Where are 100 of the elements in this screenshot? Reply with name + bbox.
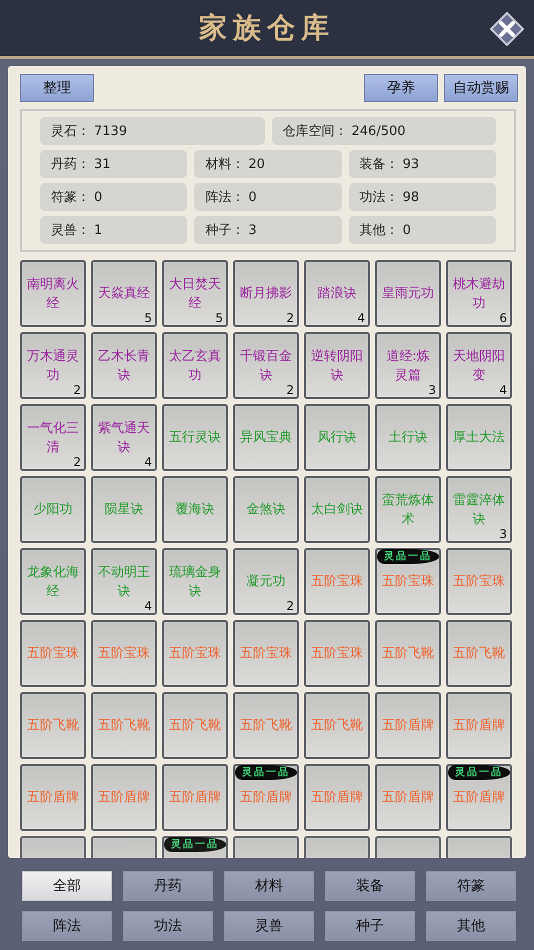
item-name: 大日焚天经 xyxy=(168,276,222,312)
item-count: 5 xyxy=(215,311,223,325)
item-name: 雷霆淬体诀 xyxy=(452,492,506,528)
filter-tab[interactable]: 阵法 xyxy=(22,911,112,941)
item-slot[interactable]: 少阳功 xyxy=(20,476,86,543)
item-slot[interactable]: 灵品一品 五阶盾牌 xyxy=(233,764,299,831)
item-slot[interactable]: 大日焚天经 5 xyxy=(162,260,228,327)
item-slot[interactable]: 皇雨元功 xyxy=(375,260,441,327)
item-slot[interactable]: 桃木避劫功 6 xyxy=(446,260,512,327)
item-count: 2 xyxy=(286,311,294,325)
item-name: 五阶盾牌 xyxy=(97,789,151,807)
item-name: 万木通灵功 xyxy=(26,348,80,384)
item-count: 6 xyxy=(499,311,507,325)
item-name: 千锻百金诀 xyxy=(239,348,293,384)
filter-tab[interactable]: 全部 xyxy=(22,871,112,901)
item-slot[interactable]: 土行诀 xyxy=(375,404,441,471)
item-slot[interactable]: 琉璃金身诀 xyxy=(162,548,228,615)
item-slot[interactable]: 龙象化海经 xyxy=(20,548,86,615)
item-slot[interactable]: 一气化三清 2 xyxy=(20,404,86,471)
item-slot[interactable]: 灵品一品 五阶宝珠 xyxy=(375,548,441,615)
item-slot[interactable]: 雷霆淬体诀 3 xyxy=(446,476,512,543)
item-slot[interactable]: 逆转阴阳诀 xyxy=(304,332,370,399)
item-name: 土行诀 xyxy=(388,429,428,447)
item-count: 2 xyxy=(286,383,294,397)
item-name: 一气化三清 xyxy=(26,420,80,456)
stat-value: 20 xyxy=(248,156,265,172)
item-slot[interactable]: 厚土大法 xyxy=(446,404,512,471)
filter-tab[interactable]: 丹药 xyxy=(123,871,213,901)
filter-tab[interactable]: 装备 xyxy=(325,871,415,901)
item-slot[interactable]: 凝元功 2 xyxy=(233,548,299,615)
filter-tab[interactable]: 功法 xyxy=(123,911,213,941)
item-name: 踏浪诀 xyxy=(316,285,358,303)
grade-badge: 灵品一品 xyxy=(377,549,439,564)
grade-badge: 灵品一品 xyxy=(164,837,226,852)
item-name: 龙象化海经 xyxy=(26,564,80,600)
item-count: 4 xyxy=(499,383,507,397)
item-name: 五行灵诀 xyxy=(168,429,222,447)
item-name: 五阶宝珠 xyxy=(310,573,364,591)
item-name: 道经:炼灵篇 xyxy=(385,348,431,384)
item-name: 五阶飞靴 xyxy=(310,717,364,735)
stat-value: 1 xyxy=(94,222,102,238)
item-slot[interactable]: 乙木长青诀 xyxy=(91,332,157,399)
stat-label: 仓库空间： xyxy=(282,123,348,140)
item-slot[interactable]: 踏浪诀 4 xyxy=(304,260,370,327)
item-name: 南明离火经 xyxy=(26,276,80,312)
stat-label: 阵法： xyxy=(205,189,244,206)
item-slot[interactable]: 天地阴阳变 4 xyxy=(446,332,512,399)
item-name: 五阶宝珠 xyxy=(97,645,151,663)
item-slot[interactable]: 灵品一品 五阶盾牌 xyxy=(446,764,512,831)
window-title: 家族仓库 xyxy=(199,10,335,46)
item-name: 五阶盾牌 xyxy=(381,717,435,735)
item-slot[interactable]: 断月拂影 2 xyxy=(233,260,299,327)
item-slot[interactable]: 道经:炼灵篇 3 xyxy=(375,332,441,399)
item-name: 天焱真经 xyxy=(97,285,151,303)
item-name: 五阶飞靴 xyxy=(452,645,506,663)
stat-value: 0 xyxy=(402,222,411,238)
close-button[interactable] xyxy=(490,12,524,46)
item-slot[interactable]: 南明离火经 xyxy=(20,260,86,327)
stat-value: 0 xyxy=(94,190,102,204)
grade-badge: 灵品一品 xyxy=(448,765,510,780)
item-count: 2 xyxy=(73,383,81,397)
action-button[interactable]: 孕养 xyxy=(364,74,438,102)
stat-label: 丹药： xyxy=(51,156,90,173)
item-slot[interactable]: 异风宝典 xyxy=(233,404,299,471)
item-slot[interactable]: 五行灵诀 xyxy=(162,404,228,471)
action-button[interactable]: 自动赏赐 xyxy=(444,74,518,102)
item-slot[interactable]: 天焱真经 5 xyxy=(91,260,157,327)
item-name: 五阶盾牌 xyxy=(452,717,506,735)
item-count: 2 xyxy=(73,455,81,469)
item-slot[interactable]: 蛮荒炼体术 xyxy=(375,476,441,543)
item-name: 琉璃金身诀 xyxy=(168,564,222,600)
item-name: 五阶飞靴 xyxy=(239,717,293,735)
item-name: 太乙玄真功 xyxy=(168,348,222,384)
sort-button[interactable]: 整理 xyxy=(20,74,94,102)
item-name: 五阶宝珠 xyxy=(239,645,293,663)
filter-tab[interactable]: 其他 xyxy=(426,911,516,941)
item-slot[interactable]: 金煞诀 xyxy=(233,476,299,543)
item-slot[interactable]: 灵品一品 xyxy=(162,836,228,858)
filter-tab[interactable]: 符篆 xyxy=(426,871,516,901)
item-name: 五阶宝珠 xyxy=(26,645,80,663)
item-slot[interactable]: 风行诀 xyxy=(304,404,370,471)
stat-value: 7139 xyxy=(94,124,128,138)
item-slot[interactable]: 覆海诀 xyxy=(162,476,228,543)
item-count: 3 xyxy=(499,527,507,541)
item-slot[interactable]: 太乙玄真功 xyxy=(162,332,228,399)
stat-label: 种子： xyxy=(205,222,244,239)
stat-label: 灵兽： xyxy=(51,222,90,239)
item-slot[interactable]: 不动明王诀 4 xyxy=(91,548,157,615)
stat-value: 0 xyxy=(248,190,257,204)
item-slot[interactable]: 千锻百金诀 2 xyxy=(233,332,299,399)
item-slot[interactable]: 紫气通天诀 4 xyxy=(91,404,157,471)
item-slot[interactable]: 万木通灵功 2 xyxy=(20,332,86,399)
item-count: 3 xyxy=(428,383,436,397)
stat-label: 功法： xyxy=(360,189,399,206)
filter-tab[interactable]: 灵兽 xyxy=(224,911,314,941)
item-slot[interactable]: 太白剑诀 xyxy=(304,476,370,543)
filter-tab[interactable]: 种子 xyxy=(325,911,415,941)
item-slot[interactable]: 陨星诀 xyxy=(91,476,157,543)
item-count: 2 xyxy=(286,599,294,613)
filter-tab[interactable]: 材料 xyxy=(224,871,314,901)
